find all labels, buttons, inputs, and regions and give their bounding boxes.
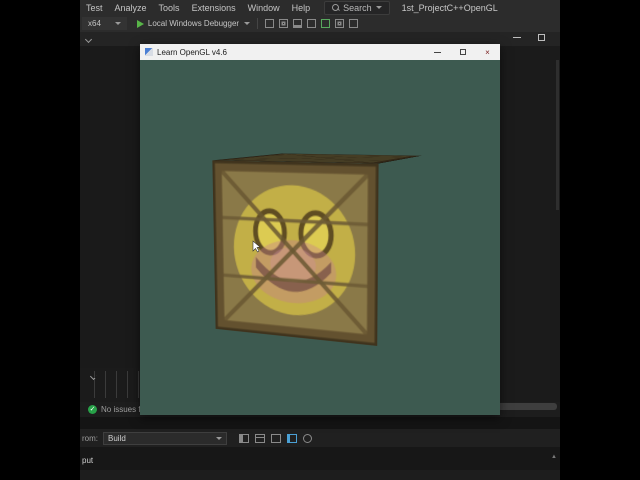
output-icon-wrap[interactable] bbox=[255, 433, 265, 443]
toolbar-icon-3[interactable] bbox=[293, 19, 303, 28]
maximize-button[interactable] bbox=[450, 44, 475, 60]
output-source-dropdown[interactable]: Build bbox=[103, 431, 227, 445]
chevron-down-icon bbox=[114, 22, 121, 25]
editor-left-panel bbox=[80, 46, 140, 368]
run-play-icon[interactable] bbox=[136, 19, 144, 28]
diagnostics-timeline bbox=[94, 371, 146, 398]
maximize-icon bbox=[459, 49, 466, 55]
chevron-down-icon bbox=[216, 436, 222, 440]
toolbar-icon-7[interactable] bbox=[349, 19, 359, 28]
vertical-scrollbar[interactable] bbox=[556, 60, 559, 210]
output-icon-list[interactable] bbox=[271, 433, 281, 443]
output-source-value: Build bbox=[108, 433, 126, 443]
output-icon-columns[interactable] bbox=[239, 433, 249, 443]
search-box[interactable]: Search bbox=[324, 0, 390, 15]
window-chrome bbox=[513, 31, 545, 43]
main-toolbar: x64 Local Windows Debugger bbox=[80, 15, 560, 32]
output-from-label: rom: bbox=[82, 433, 98, 443]
panel-tab-strip bbox=[80, 417, 560, 429]
menu-item-extensions[interactable]: Extensions bbox=[186, 3, 242, 13]
app-icon bbox=[145, 48, 153, 56]
chevron-down-icon bbox=[375, 6, 382, 9]
output-panel[interactable]: put ▲ bbox=[80, 447, 560, 470]
output-icon-clear[interactable] bbox=[303, 433, 312, 443]
horizontal-scrollbar-thumb[interactable] bbox=[497, 403, 557, 410]
run-button[interactable]: Local Windows Debugger bbox=[148, 19, 239, 28]
toolbar-icon-4[interactable] bbox=[307, 19, 317, 28]
menu-item-window[interactable]: Window bbox=[242, 3, 286, 13]
platform-label: x64 bbox=[88, 19, 101, 28]
crate-face-front bbox=[212, 160, 379, 347]
menu-bar: Test Analyze Tools Extensions Window Hel… bbox=[80, 0, 560, 15]
opengl-window-title: Learn OpenGL v4.6 bbox=[157, 47, 227, 57]
minimize-icon[interactable] bbox=[513, 36, 521, 38]
platform-dropdown[interactable]: x64 bbox=[82, 17, 127, 30]
textured-crate-cube bbox=[212, 153, 423, 347]
screen: Test Analyze Tools Extensions Window Hel… bbox=[0, 0, 640, 480]
minimize-icon bbox=[434, 51, 441, 53]
maximize-icon[interactable] bbox=[538, 33, 545, 41]
search-icon bbox=[332, 4, 340, 11]
check-circle-icon: ✓ bbox=[88, 405, 97, 414]
opengl-window-controls: × bbox=[425, 44, 500, 60]
cube-scene bbox=[212, 153, 423, 347]
toolbar-separator bbox=[257, 18, 259, 29]
output-icon-pin[interactable] bbox=[287, 433, 297, 443]
visual-studio-window: Test Analyze Tools Extensions Window Hel… bbox=[80, 0, 560, 480]
solution-name: 1st_ProjectC++OpenGL bbox=[401, 2, 498, 13]
toolbar-icon-1[interactable] bbox=[265, 19, 275, 28]
menu-item-help[interactable]: Help bbox=[286, 3, 317, 13]
search-label: Search bbox=[343, 2, 372, 13]
toolbar-icon-6[interactable] bbox=[335, 19, 345, 28]
mouse-cursor bbox=[252, 240, 261, 258]
toolbar-icon-5[interactable] bbox=[321, 19, 331, 28]
menu-item-test[interactable]: Test bbox=[80, 3, 109, 13]
run-dropdown-chevron-icon[interactable] bbox=[244, 22, 251, 25]
scroll-up-icon[interactable]: ▲ bbox=[551, 454, 557, 460]
menu-item-tools[interactable]: Tools bbox=[153, 3, 186, 13]
menu-item-analyze[interactable]: Analyze bbox=[109, 3, 153, 13]
status-bar bbox=[80, 470, 560, 480]
editor-right-panel bbox=[500, 46, 560, 368]
opengl-title-bar[interactable]: Learn OpenGL v4.6 × bbox=[140, 44, 500, 60]
minimize-button[interactable] bbox=[425, 44, 450, 60]
output-tab-label: put bbox=[82, 456, 94, 465]
chevron-down-icon[interactable] bbox=[84, 35, 93, 43]
opengl-viewport[interactable] bbox=[140, 60, 500, 415]
close-button[interactable]: × bbox=[475, 44, 500, 60]
opengl-window: Learn OpenGL v4.6 × bbox=[140, 44, 500, 415]
output-toolbar: rom: Build bbox=[80, 429, 560, 447]
toolbar-icon-2[interactable] bbox=[279, 19, 289, 28]
